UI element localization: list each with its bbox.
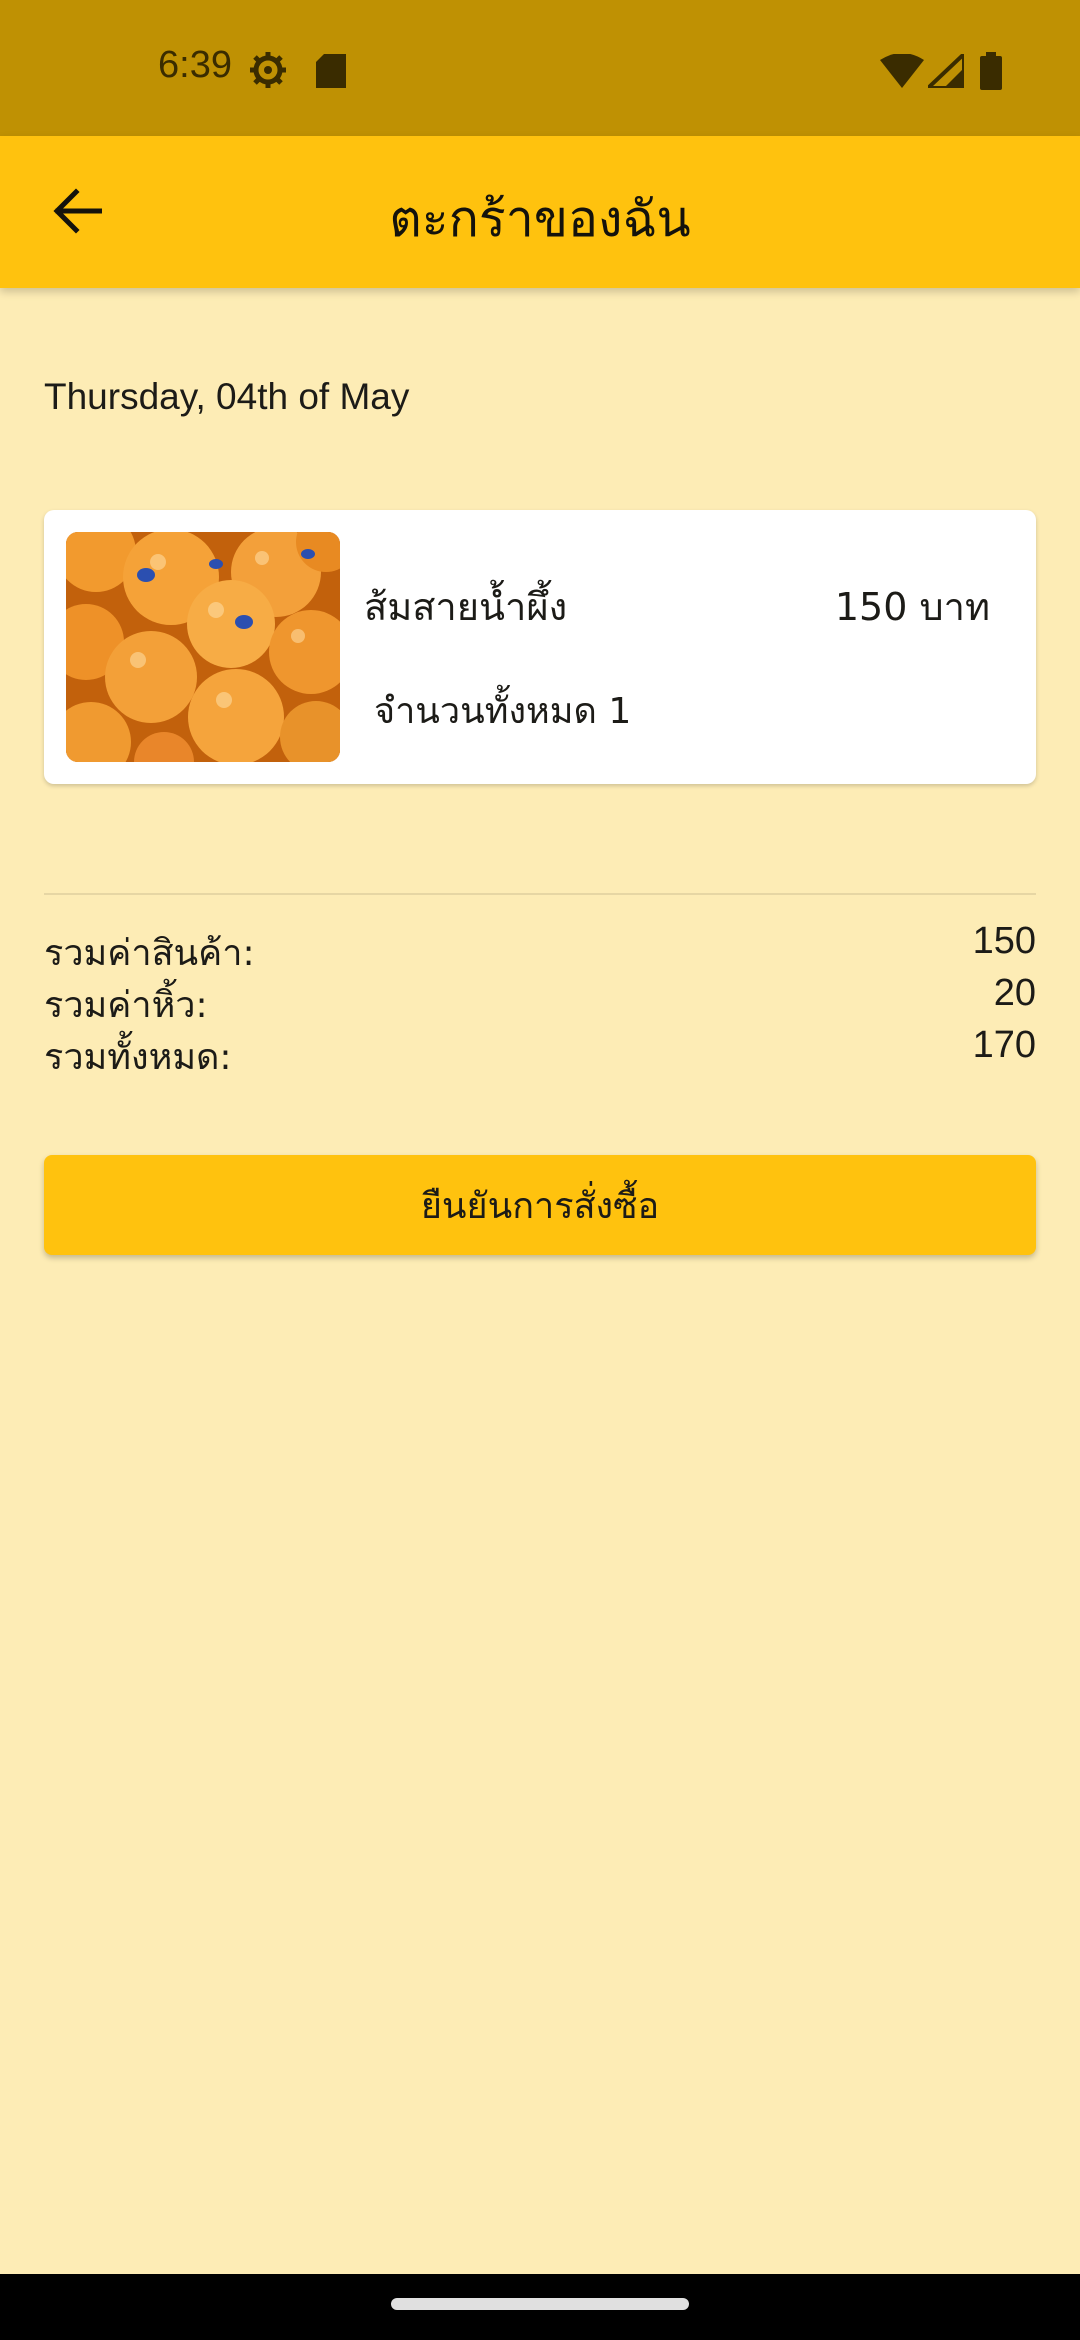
divider <box>44 893 1036 895</box>
subtotal-row: รวมค่าสินค้า: 150 <box>44 920 1036 976</box>
page-title: ตะกร้าของฉัน <box>389 190 691 248</box>
fee-row: รวมค่าหิ้ว: 20 <box>44 972 1036 1028</box>
product-quantity: จำนวนทั้งหมด 1 <box>374 691 632 732</box>
fee-label: รวมค่าหิ้ว: <box>44 985 208 1026</box>
total-label: รวมทั้งหมด: <box>44 1037 232 1078</box>
product-image <box>66 532 340 762</box>
settings-gear-icon <box>248 50 288 94</box>
sd-card-icon <box>316 54 346 92</box>
order-date: Thursday, 04th of May <box>44 376 410 417</box>
status-bar: 6:39 <box>0 0 1080 136</box>
cart-item-card[interactable]: ส้มสายน้ำผึ้ง 150 บาท จำนวนทั้งหมด 1 <box>44 510 1036 784</box>
cell-signal-icon <box>922 49 966 92</box>
product-price: 150 บาท <box>834 585 990 629</box>
total-row: รวมทั้งหมด: 170 <box>44 1024 1036 1080</box>
status-time: 6:39 <box>158 44 232 86</box>
total-value: 170 <box>972 1024 1036 1066</box>
fee-value: 20 <box>993 972 1036 1014</box>
system-nav-bar <box>0 2274 1080 2340</box>
app-bar: ตะกร้าของฉัน <box>0 136 1080 288</box>
battery-icon <box>980 52 1002 94</box>
product-name: ส้มสายน้ำผึ้ง <box>364 585 568 629</box>
subtotal-label: รวมค่าสินค้า: <box>44 933 255 974</box>
wifi-icon <box>880 53 924 92</box>
confirm-order-button[interactable]: ยืนยันการสั่งซื้อ <box>44 1155 1036 1255</box>
subtotal-value: 150 <box>972 920 1036 962</box>
home-gesture-handle[interactable] <box>391 2298 689 2310</box>
